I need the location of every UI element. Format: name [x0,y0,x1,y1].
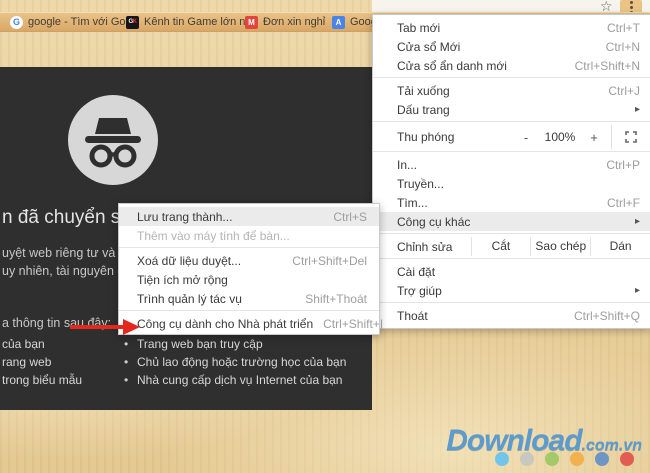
zoom-out-button[interactable]: - [513,130,539,145]
list-item: • Nhà cung cấp dịch vụ Internet của bạn [124,373,343,387]
dot-icon [629,5,633,9]
zoom-in-button[interactable]: + [581,130,607,145]
menu-separator [373,258,650,259]
menu-item-edit: Chỉnh sửa Cắt Sao chép Dán [373,237,650,256]
bullet-icon: • [124,355,129,369]
bullet-icon: • [124,373,129,387]
incognito-body-text: uyệt web riêng tư và ng uy nhiên, tài ng… [2,246,133,278]
shortcut: Ctrl+Shift+N [574,58,640,73]
menu-separator [373,121,650,122]
menu-item-developer-tools[interactable]: Công cụ dành cho Nhà phát triển Ctrl+Shif… [119,314,383,333]
fullscreen-icon [625,131,637,143]
menu-item-zoom: Thu phóng - 100% + [373,125,650,149]
menu-separator [119,310,379,311]
paste-button[interactable]: Dán [590,237,650,256]
submenu-arrow-icon: ▸ [634,285,640,296]
edit-label: Chỉnh sửa [397,239,453,254]
dot-icon [545,452,559,466]
incognito-heading: n đã chuyển sa [2,207,131,228]
incognito-spy-icon [68,95,158,185]
google-favicon-icon: G [10,15,23,29]
menu-item-add-to-desktop: Thêm vào máy tính để bàn... [137,228,290,243]
shortcut: Ctrl+T [607,20,640,35]
shortcut: Ctrl+Shift+Del [292,253,367,268]
menu-item-save-page-as[interactable]: Lưu trang thành... Ctrl+S [119,207,379,226]
fullscreen-button[interactable] [612,131,650,143]
bookmark-label: Kênh tin Game lớn nh [144,16,252,28]
menu-item-more-tools[interactable]: Công cụ khác ▸ [373,212,650,231]
dot-icon [495,452,509,466]
bookmark-item-gmail[interactable]: M Đơn xin nghỉ [245,13,325,31]
dot-icon [595,452,609,466]
shortcut: Ctrl+P [606,157,640,172]
watermark-dots [495,452,634,466]
shortcut: Ctrl+S [333,209,367,224]
translate-favicon-icon: A [332,15,345,29]
menu-item-downloads[interactable]: Tải xuống Ctrl+J [373,81,650,100]
shortcut: Ctrl+Shift+I [323,316,384,331]
more-tools-submenu: Lưu trang thành... Ctrl+S Thêm vào máy tí… [118,203,383,335]
gmail-favicon-icon: M [245,15,258,29]
menu-separator [373,151,650,152]
shortcut: Ctrl+N [605,39,640,54]
menu-item-task-manager[interactable]: Trình quản lý tác vụ Shift+Thoát [119,289,379,308]
menu-item-print[interactable]: In... Ctrl+P [373,155,650,174]
dot-icon [570,452,584,466]
menu-separator [373,77,650,78]
menu-separator [373,302,650,303]
bookmark-item-google[interactable]: G google - Tìm với Goo [10,13,132,31]
menu-separator [119,247,379,248]
menu-item-find[interactable]: Tìm... Ctrl+F [373,193,650,212]
submenu-arrow-icon: ▸ [634,216,640,227]
menu-item-cast[interactable]: Truyền... [373,174,650,193]
shortcut: Ctrl+F [607,195,640,210]
menu-separator [373,233,650,234]
dot-icon [620,452,634,466]
menu-item-clear-browsing-data[interactable]: Xoá dữ liệu duyệt... Ctrl+Shift+Del [119,251,379,270]
copy-button[interactable]: Sao chép [530,237,590,256]
shortcut: Ctrl+J [608,83,640,98]
list-item: • Trang web bạn truy cập [124,337,263,351]
chrome-main-menu: Tab mới Ctrl+T Cửa sổ Mới Ctrl+N Cửa sổ ẩn… [372,14,650,329]
screenshot-root: { "icons": { "star": "☆", "submenu_arrow… [0,0,650,473]
bookmark-label: Đơn xin nghỉ [263,16,326,28]
list-item: trong biểu mẫu [2,373,83,387]
dot-icon [520,452,534,466]
incognito-list-right: • Trang web bạn truy cập • Chủ lao động ho… [124,335,346,389]
shortcut: Shift+Thoát [305,291,367,306]
menu-item-bookmarks[interactable]: Dấu trang ▸ [373,100,650,119]
menu-item-extensions[interactable]: Tiện ích mở rộng [119,270,379,289]
menu-item-new-window[interactable]: Cửa sổ Mới Ctrl+N [373,37,650,56]
dot-icon [629,0,633,4]
bullet-icon: • [124,337,129,351]
bookmark-item-gamek[interactable]: GK Kênh tin Game lớn nh [126,13,252,31]
gk-favicon-icon: GK [126,15,139,29]
menu-item-exit[interactable]: Thoát Ctrl+Shift+Q [373,306,650,325]
zoom-level-value: 100% [544,130,576,144]
menu-item-help[interactable]: Trợ giúp ▸ [373,281,650,300]
menu-item-new-incognito-window[interactable]: Cửa sổ ẩn danh mới Ctrl+Shift+N [373,56,650,75]
list-item: • Chủ lao động hoặc trường học của bạn [124,355,347,369]
menu-item-settings[interactable]: Cài đặt [373,262,650,281]
shortcut: Ctrl+Shift+Q [573,308,640,323]
menu-item-new-tab[interactable]: Tab mới Ctrl+T [373,18,650,37]
list-item: của bạn [2,337,45,351]
list-item: rang web [2,355,52,369]
bookmark-label: google - Tìm với Goo [28,16,132,28]
submenu-arrow-icon: ▸ [634,104,640,115]
incognito-list-left: của bạn rang web trong biểu mẫu [2,335,82,389]
cut-button[interactable]: Cắt [470,237,531,256]
